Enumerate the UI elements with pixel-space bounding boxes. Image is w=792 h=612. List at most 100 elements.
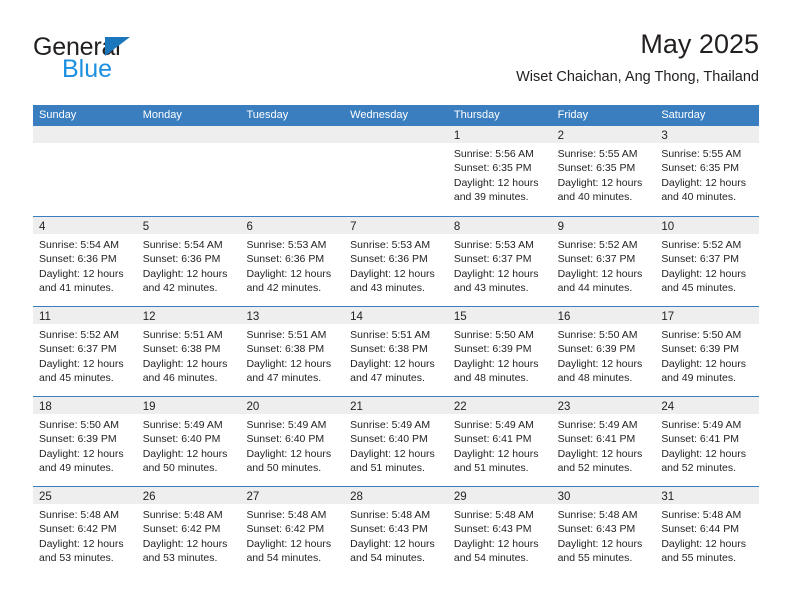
day-details [240, 143, 344, 147]
calendar-day-cell[interactable]: 24 Sunrise: 5:49 AM Sunset: 6:41 PM Dayligh… [655, 397, 760, 486]
daylight-text-line2: and 55 minutes. [661, 552, 737, 565]
day-number-band: 28 [344, 487, 448, 504]
calendar-day-cell[interactable]: 23 Sunrise: 5:49 AM Sunset: 6:41 PM Dayligh… [551, 397, 656, 486]
daylight-text-line1: Daylight: 12 hours [246, 537, 332, 550]
day-number: 15 [453, 311, 467, 323]
calendar-day-cell[interactable]: 13 Sunrise: 5:51 AM Sunset: 6:38 PM Dayligh… [240, 307, 345, 396]
calendar-week-row: 11 Sunrise: 5:52 AM Sunset: 6:37 PM Dayligh… [33, 306, 760, 396]
calendar-day-cell[interactable]: 9 Sunrise: 5:52 AM Sunset: 6:37 PM Daylight… [551, 217, 656, 306]
day-number-band: 29 [447, 487, 552, 504]
sunset-text: Sunset: 6:37 PM [453, 253, 532, 266]
calendar-day-cell[interactable]: 25 Sunrise: 5:48 AM Sunset: 6:42 PM Dayligh… [33, 487, 137, 576]
calendar-day-cell[interactable]: 22 Sunrise: 5:49 AM Sunset: 6:41 PM Dayligh… [447, 397, 552, 486]
day-number-band: 17 [655, 307, 760, 324]
day-number: 30 [557, 491, 571, 503]
daylight-text-line1: Daylight: 12 hours [453, 357, 539, 370]
weekday-header-sunday: Sunday [39, 109, 77, 121]
calendar-week-row: 18 Sunrise: 5:50 AM Sunset: 6:39 PM Dayligh… [33, 396, 760, 486]
daylight-text-line2: and 43 minutes. [453, 282, 529, 295]
daylight-text-line1: Daylight: 12 hours [39, 537, 124, 550]
calendar-day-cell-empty [33, 126, 137, 216]
calendar-day-cell[interactable]: 7 Sunrise: 5:53 AM Sunset: 6:36 PM Daylight… [344, 217, 448, 306]
daylight-text-line2: and 49 minutes. [661, 372, 737, 385]
sunrise-text: Sunrise: 5:55 AM [661, 148, 742, 160]
calendar-day-cell[interactable]: 16 Sunrise: 5:50 AM Sunset: 6:39 PM Dayligh… [551, 307, 656, 396]
calendar-day-cell[interactable]: 8 Sunrise: 5:53 AM Sunset: 6:37 PM Daylight… [447, 217, 552, 306]
calendar-day-cell[interactable]: 28 Sunrise: 5:48 AM Sunset: 6:43 PM Dayligh… [344, 487, 448, 576]
day-number-band: 11 [33, 307, 137, 324]
calendar-day-cell[interactable]: 15 Sunrise: 5:50 AM Sunset: 6:39 PM Dayligh… [447, 307, 552, 396]
day-details: Sunrise: 5:51 AM Sunset: 6:38 PM Daylight:… [137, 324, 241, 386]
calendar-day-cell[interactable]: 14 Sunrise: 5:51 AM Sunset: 6:38 PM Dayligh… [344, 307, 448, 396]
sunrise-text: Sunrise: 5:51 AM [246, 329, 327, 341]
calendar-day-cell[interactable]: 18 Sunrise: 5:50 AM Sunset: 6:39 PM Dayligh… [33, 397, 137, 486]
sunrise-text: Sunrise: 5:51 AM [350, 329, 431, 341]
sunrise-text: Sunrise: 5:50 AM [39, 419, 119, 431]
weekday-header-friday: Friday [557, 109, 589, 121]
weekday-header-row: Sunday Monday Tuesday Wednesday Thursday Frid… [33, 105, 759, 126]
day-number: 19 [142, 401, 156, 413]
daylight-text-line2: and 50 minutes. [142, 462, 218, 475]
daylight-text-line2: and 41 minutes. [39, 282, 114, 295]
day-details: Sunrise: 5:49 AM Sunset: 6:41 PM Daylight:… [448, 414, 552, 476]
calendar-day-cell[interactable]: 31 Sunrise: 5:48 AM Sunset: 6:44 PM Dayligh… [655, 487, 760, 576]
day-number: 2 [557, 130, 564, 142]
day-number-band: 1 [447, 126, 552, 143]
day-number: 29 [453, 491, 467, 503]
day-number-band: 21 [344, 397, 448, 414]
day-number: 26 [142, 491, 156, 503]
sunset-text: Sunset: 6:36 PM [142, 253, 221, 266]
daylight-text-line2: and 45 minutes. [661, 282, 737, 295]
calendar-day-cell[interactable]: 21 Sunrise: 5:49 AM Sunset: 6:40 PM Dayligh… [344, 397, 448, 486]
calendar-day-cell[interactable]: 30 Sunrise: 5:48 AM Sunset: 6:43 PM Dayligh… [551, 487, 656, 576]
sunrise-text: Sunrise: 5:49 AM [246, 419, 327, 431]
day-number: 23 [557, 401, 571, 413]
day-number: 6 [246, 221, 253, 233]
day-number-band: 27 [240, 487, 345, 504]
calendar-day-cell[interactable]: 10 Sunrise: 5:52 AM Sunset: 6:37 PM Dayligh… [655, 217, 760, 306]
calendar-day-cell[interactable]: 26 Sunrise: 5:48 AM Sunset: 6:42 PM Dayligh… [136, 487, 241, 576]
day-number: 11 [39, 311, 51, 323]
daylight-text-line1: Daylight: 12 hours [661, 267, 746, 280]
calendar-day-cell[interactable]: 20 Sunrise: 5:49 AM Sunset: 6:40 PM Dayligh… [240, 397, 345, 486]
day-number-band: 5 [136, 217, 241, 234]
day-number-band: 23 [551, 397, 656, 414]
calendar-day-cell[interactable]: 27 Sunrise: 5:48 AM Sunset: 6:42 PM Dayligh… [240, 487, 345, 576]
day-details: Sunrise: 5:55 AM Sunset: 6:35 PM Daylight:… [655, 143, 759, 205]
calendar-day-cell[interactable]: 1 Sunrise: 5:56 AM Sunset: 6:35 PM Daylight… [447, 126, 552, 216]
calendar-day-cell[interactable]: 2 Sunrise: 5:55 AM Sunset: 6:35 PM Daylight… [551, 126, 656, 216]
day-number: 16 [557, 311, 571, 323]
day-number-band: 25 [33, 487, 137, 504]
sunrise-text: Sunrise: 5:49 AM [350, 419, 431, 431]
day-details: Sunrise: 5:50 AM Sunset: 6:39 PM Daylight:… [655, 324, 759, 386]
sunset-text: Sunset: 6:37 PM [39, 343, 117, 356]
daylight-text-line2: and 43 minutes. [350, 282, 425, 295]
calendar-day-cell[interactable]: 4 Sunrise: 5:54 AM Sunset: 6:36 PM Daylight… [33, 217, 137, 306]
day-number-band [33, 126, 137, 143]
day-number-band [240, 126, 345, 143]
calendar-day-cell[interactable]: 11 Sunrise: 5:52 AM Sunset: 6:37 PM Dayligh… [33, 307, 137, 396]
calendar-day-cell[interactable]: 29 Sunrise: 5:48 AM Sunset: 6:43 PM Dayligh… [447, 487, 552, 576]
day-number: 28 [350, 491, 363, 503]
calendar-weeks: 1 Sunrise: 5:56 AM Sunset: 6:35 PM Daylight… [33, 126, 760, 576]
day-number-band: 14 [344, 307, 448, 324]
sunset-text: Sunset: 6:43 PM [557, 523, 636, 536]
calendar-day-cell[interactable]: 17 Sunrise: 5:50 AM Sunset: 6:39 PM Dayligh… [655, 307, 760, 396]
daylight-text-line2: and 40 minutes. [557, 191, 633, 204]
day-details: Sunrise: 5:50 AM Sunset: 6:39 PM Daylight:… [33, 414, 137, 476]
sunrise-text: Sunrise: 5:52 AM [661, 239, 742, 251]
day-number: 31 [661, 491, 675, 503]
sunrise-text: Sunrise: 5:48 AM [661, 509, 742, 521]
sunrise-text: Sunrise: 5:50 AM [557, 329, 638, 341]
calendar-day-cell[interactable]: 19 Sunrise: 5:49 AM Sunset: 6:40 PM Dayligh… [136, 397, 241, 486]
sunset-text: Sunset: 6:39 PM [557, 343, 636, 356]
calendar-day-cell[interactable]: 5 Sunrise: 5:54 AM Sunset: 6:36 PM Daylight… [136, 217, 241, 306]
general-blue-logo[interactable]: General Blue [33, 34, 243, 90]
calendar-day-cell[interactable]: 12 Sunrise: 5:51 AM Sunset: 6:38 PM Dayligh… [136, 307, 241, 396]
daylight-text-line2: and 51 minutes. [453, 462, 529, 475]
daylight-text-line1: Daylight: 12 hours [246, 447, 332, 460]
calendar-day-cell[interactable]: 3 Sunrise: 5:55 AM Sunset: 6:35 PM Daylight… [655, 126, 760, 216]
day-details: Sunrise: 5:48 AM Sunset: 6:42 PM Daylight:… [240, 504, 344, 566]
calendar-day-cell[interactable]: 6 Sunrise: 5:53 AM Sunset: 6:36 PM Daylight… [240, 217, 345, 306]
day-details: Sunrise: 5:49 AM Sunset: 6:40 PM Daylight:… [137, 414, 241, 476]
